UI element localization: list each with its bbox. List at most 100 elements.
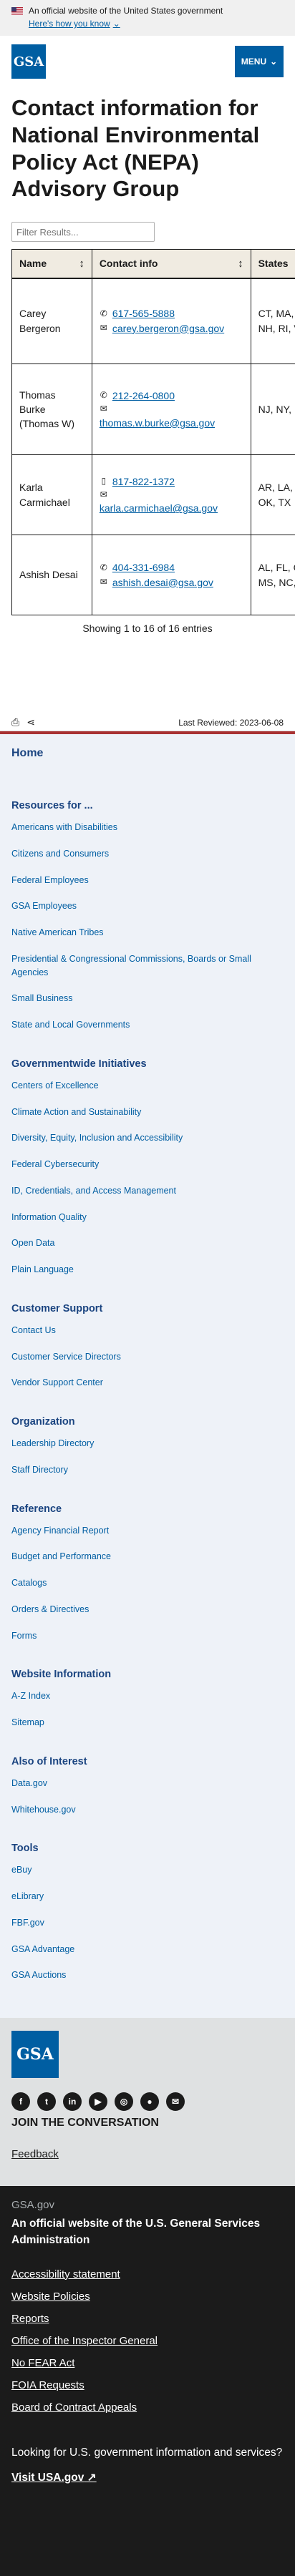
phone-icon: ✆ xyxy=(100,562,108,574)
footer-nav-group: Resources for ...Americans with Disabili… xyxy=(11,780,284,1038)
footer-nav-link[interactable]: Sitemap xyxy=(11,1709,284,1736)
footer-nav-link[interactable]: Agency Financial Report xyxy=(11,1518,284,1544)
footer-nav-link[interactable]: eBuy xyxy=(11,1857,284,1883)
identifier-link[interactable]: Board of Contract Appeals xyxy=(11,2396,284,2419)
twitter-icon[interactable]: t xyxy=(37,2092,56,2111)
visit-usa-gov-label: Visit USA.gov xyxy=(11,2472,84,2484)
footer-nav-link[interactable]: Open Data xyxy=(11,1230,284,1257)
email-link[interactable]: karla.carmichael@gsa.gov xyxy=(100,502,218,514)
identifier-link[interactable]: Reports xyxy=(11,2308,284,2330)
footer-nav-link[interactable]: Climate Action and Sustainability xyxy=(11,1099,284,1126)
identifier-link[interactable]: FOIA Requests xyxy=(11,2374,284,2396)
footer-nav-link[interactable]: Whitehouse.gov xyxy=(11,1797,284,1823)
share-icon[interactable]: ⋖ xyxy=(26,716,35,728)
footer-nav-link[interactable]: Information Quality xyxy=(11,1204,284,1231)
footer-nav-link[interactable]: Presidential & Congressional Commissions… xyxy=(11,946,284,986)
column-header-name[interactable]: Name↕ xyxy=(12,250,92,278)
table-row: Carey Bergeron ✆617-565-5888 ✉carey.berg… xyxy=(12,278,295,364)
visit-usa-gov-link[interactable]: Visit USA.gov ↗ xyxy=(11,2471,97,2484)
facebook-icon[interactable]: f xyxy=(11,2092,30,2111)
identifier-link[interactable]: Accessibility statement xyxy=(11,2263,284,2285)
footer-nav-link[interactable]: GSA Advantage xyxy=(11,1936,284,1963)
footer-nav-link[interactable]: Catalogs xyxy=(11,1570,284,1596)
contact-name: Ashish Desai xyxy=(12,535,92,615)
footer-nav-link[interactable]: Leadership Directory xyxy=(11,1430,284,1457)
filter-wrap xyxy=(0,222,295,249)
feedback-link[interactable]: Feedback xyxy=(11,2148,59,2160)
how-you-know-link[interactable]: Here's how you know ⌄ xyxy=(29,19,120,29)
footer-nav-link[interactable]: Small Business xyxy=(11,985,284,1012)
footer-nav-group: OrganizationLeadership DirectoryStaff Di… xyxy=(11,1396,284,1483)
footer-nav-link[interactable]: Vendor Support Center xyxy=(11,1370,284,1396)
email-link[interactable]: thomas.w.burke@gsa.gov xyxy=(100,417,215,429)
print-icon[interactable]: ⎙ xyxy=(11,716,19,728)
contacts-table-wrap[interactable]: Name↕ Contact info ↕ States Carey Bergero… xyxy=(11,249,295,615)
linkedin-icon[interactable]: in xyxy=(63,2092,82,2111)
youtube-icon[interactable]: ▶ xyxy=(89,2092,107,2111)
footer-nav-link[interactable]: Contact Us xyxy=(11,1317,284,1344)
phone-link[interactable]: 817-822-1372 xyxy=(112,474,175,489)
flickr-icon[interactable]: ● xyxy=(140,2092,159,2111)
identifier-link[interactable]: Office of the Inspector General xyxy=(11,2330,284,2352)
footer-nav-link[interactable]: Budget and Performance xyxy=(11,1543,284,1570)
menu-button[interactable]: MENU ⌄ xyxy=(235,46,284,77)
identifier-links: Accessibility statementWebsite PoliciesR… xyxy=(11,2263,284,2419)
column-header-states[interactable]: States xyxy=(251,250,295,278)
footer-nav-link[interactable]: Plain Language xyxy=(11,1257,284,1283)
footer-nav-link[interactable]: GSA Auctions xyxy=(11,1962,284,1989)
official-website-text: An official website of the United States… xyxy=(29,6,223,16)
footer-nav-link[interactable]: Orders & Directives xyxy=(11,1596,284,1623)
footer-nav-link[interactable]: GSA Employees xyxy=(11,893,284,919)
footer-nav-link[interactable]: Staff Directory xyxy=(11,1457,284,1483)
footer-nav-heading: Reference xyxy=(11,1483,284,1518)
footer-nav-link[interactable]: Data.gov xyxy=(11,1770,284,1797)
footer-nav-group: ReferenceAgency Financial ReportBudget a… xyxy=(11,1483,284,1649)
table-header-row: Name↕ Contact info ↕ States xyxy=(12,250,295,278)
footer-nav-link[interactable]: Centers of Excellence xyxy=(11,1073,284,1099)
contact-info: ✆212-264-0800 ✉ thomas.w.burke@gsa.gov xyxy=(92,364,251,455)
column-header-contact[interactable]: Contact info ↕ xyxy=(92,250,251,278)
footer-nav-link[interactable]: State and Local Governments xyxy=(11,1012,284,1038)
contact-states: NJ, NY, PR, VI xyxy=(251,364,295,455)
filter-results-input[interactable] xyxy=(11,222,155,242)
table-row: Thomas Burke (Thomas W) ✆212-264-0800 ✉ … xyxy=(12,364,295,455)
footer-nav-heading: Organization xyxy=(11,1396,284,1430)
footer-nav-link[interactable]: A-Z Index xyxy=(11,1683,284,1709)
footer-nav-link[interactable]: eLibrary xyxy=(11,1883,284,1910)
identifier-official-text: An official website of the U.S. General … xyxy=(11,2215,284,2249)
email-icon[interactable]: ✉ xyxy=(166,2092,185,2111)
footer-nav-link[interactable]: Forms xyxy=(11,1623,284,1649)
gsa-footer-logo[interactable]: GSA xyxy=(11,2031,59,2078)
phone-link[interactable]: 617-565-5888 xyxy=(112,306,175,321)
phone-icon: ✆ xyxy=(100,389,108,401)
sort-icon: ↕ xyxy=(238,258,243,270)
us-flag-icon xyxy=(11,7,23,15)
footer-nav-link[interactable]: Native American Tribes xyxy=(11,919,284,946)
gsa-logo[interactable]: GSA xyxy=(11,44,46,79)
footer-nav-link[interactable]: ID, Credentials, and Access Management xyxy=(11,1178,284,1204)
instagram-icon[interactable]: ◎ xyxy=(115,2092,133,2111)
site-identifier: GSA.gov An official website of the U.S. … xyxy=(0,2186,295,2576)
footer-nav-link[interactable]: Customer Service Directors xyxy=(11,1344,284,1370)
footer-home-link[interactable]: Home xyxy=(11,741,284,780)
column-header-label: Contact info xyxy=(100,258,158,269)
footer-nav-link[interactable]: FBF.gov xyxy=(11,1910,284,1936)
social-icons: f t in ▶ ◎ ● ✉ xyxy=(11,2092,284,2111)
footer-nav-group: Customer SupportContact UsCustomer Servi… xyxy=(11,1283,284,1396)
email-link[interactable]: ashish.desai@gsa.gov xyxy=(112,575,213,590)
page-tools: ⎙ ⋖ Last Reviewed: 2023-06-08 xyxy=(0,714,295,731)
contact-info: ✆404-331-6984 ✉ashish.desai@gsa.gov xyxy=(92,535,251,615)
identifier-link[interactable]: Website Policies xyxy=(11,2285,284,2308)
phone-link[interactable]: 404-331-6984 xyxy=(112,560,175,575)
footer-nav-link[interactable]: Federal Cybersecurity xyxy=(11,1151,284,1178)
email-link[interactable]: carey.bergeron@gsa.gov xyxy=(112,321,224,336)
email-icon: ✉ xyxy=(100,322,108,334)
footer-nav-link[interactable]: Federal Employees xyxy=(11,867,284,894)
footer-nav-groups: Resources for ...Americans with Disabili… xyxy=(11,780,284,1989)
identifier-link[interactable]: No FEAR Act xyxy=(11,2352,284,2374)
footer-nav-link[interactable]: Citizens and Consumers xyxy=(11,841,284,867)
footer-nav-group: ToolseBuyeLibraryFBF.govGSA AdvantageGSA… xyxy=(11,1823,284,1989)
footer-nav-link[interactable]: Diversity, Equity, Inclusion and Accessi… xyxy=(11,1125,284,1151)
phone-link[interactable]: 212-264-0800 xyxy=(112,389,175,403)
footer-nav-link[interactable]: Americans with Disabilities xyxy=(11,814,284,841)
